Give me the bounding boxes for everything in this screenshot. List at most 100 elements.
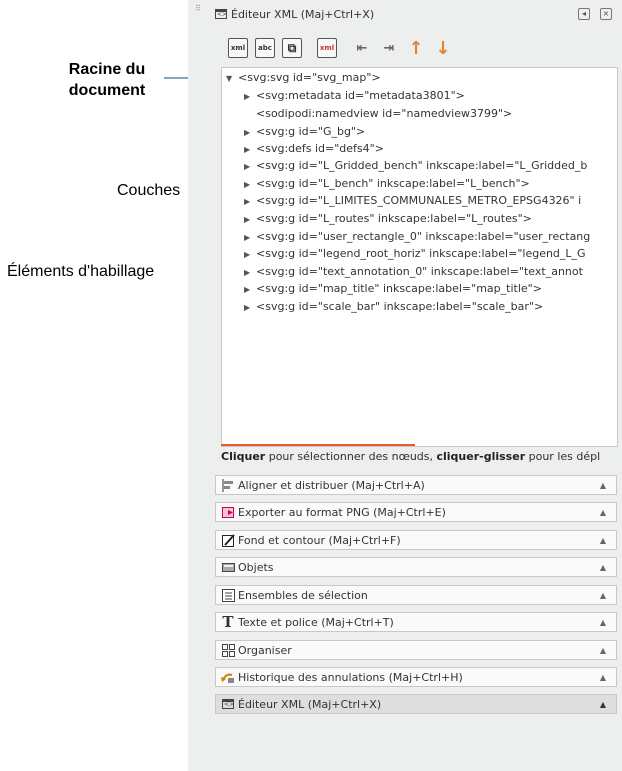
chevron-up-icon[interactable]: ▲	[600, 536, 606, 545]
tree-node-label: <svg:g id="L_LIMITES_COMMUNALES_METRO_EP…	[256, 194, 582, 207]
chevron-up-icon[interactable]: ▲	[600, 508, 606, 517]
raise-node-button[interactable]: ↑	[406, 38, 426, 58]
tree-node-row[interactable]: ▶ <svg:g id="G_bg">	[244, 123, 365, 141]
tree-node-label: <svg:g id="L_bench" inkscape:label="L_be…	[256, 177, 530, 190]
expand-triangle-icon[interactable]: ▶	[244, 246, 256, 264]
unindent-icon: ⇤	[356, 40, 368, 56]
dialog-label: Ensembles de sélection	[238, 588, 368, 602]
xml-node-tree[interactable]: ▼ <svg:svg id="svg_map"> ▶ <svg:metadata i…	[221, 67, 618, 447]
tree-node-row[interactable]: ▶ <svg:metadata id="metadata3801">	[244, 87, 465, 105]
dialog-selection-sets[interactable]: Ensembles de sélection ▲	[215, 585, 617, 605]
chevron-up-icon[interactable]: ▲	[600, 646, 606, 655]
dialog-label: Fond et contour (Maj+Ctrl+F)	[238, 533, 401, 547]
tree-node-row[interactable]: ▶ <svg:g id="text_annotation_0" inkscape:…	[244, 263, 583, 281]
expand-triangle-icon[interactable]: ▶	[244, 211, 256, 229]
tree-focus-indicator	[221, 444, 415, 446]
dock-header: Éditeur XML (Maj+Ctrl+X) ◂ ×	[215, 4, 618, 24]
indent-icon: ⇥	[383, 40, 395, 56]
dialog-fill-stroke[interactable]: Fond et contour (Maj+Ctrl+F) ▲	[215, 530, 617, 550]
expand-triangle-icon[interactable]: ▶	[244, 88, 256, 106]
arrow-down-icon: ↓	[435, 37, 451, 59]
tree-node-label: <svg:g id="legend_root_horiz" inkscape:l…	[256, 247, 586, 260]
tree-node-label: <svg:g id="user_rectangle_0" inkscape:la…	[256, 230, 591, 243]
tree-root-row[interactable]: ▼ <svg:svg id="svg_map">	[226, 69, 381, 87]
dialog-objects[interactable]: Objets ▲	[215, 557, 617, 577]
dressing-annotation: Éléments d'habillage	[7, 263, 155, 280]
tree-node-label: <svg:defs id="defs4">	[256, 142, 384, 155]
tree-node-row[interactable]: ▶ <svg:g id="L_routes" inkscape:label="L_…	[244, 210, 532, 228]
tree-node-row[interactable]: <sodipodi:namedview id="namedview3799">	[256, 105, 512, 123]
collapse-triangle-icon[interactable]: ▼	[226, 70, 238, 88]
root-annotation-line2: document	[68, 82, 146, 99]
chevron-up-icon[interactable]: ▲	[600, 563, 606, 572]
tree-node-label: <svg:g id="text_annotation_0" inkscape:l…	[256, 265, 583, 278]
tree-node-label: <svg:g id="L_routes" inkscape:label="L_r…	[256, 212, 532, 225]
chevron-up-icon[interactable]: ▲	[600, 700, 606, 709]
dialog-label: Objets	[238, 560, 274, 574]
dialog-label: Texte et police (Maj+Ctrl+T)	[238, 615, 394, 629]
tree-node-label: <svg:metadata id="metadata3801">	[256, 89, 465, 102]
expand-triangle-icon[interactable]: ▶	[244, 193, 256, 211]
dialog-arrange[interactable]: Organiser ▲	[215, 640, 617, 660]
xml-toolbar: xml abc ⧉ xml ⇤ ⇥ ↑ ↓	[228, 36, 460, 60]
tree-node-row[interactable]: ▶ <svg:g id="legend_root_horiz" inkscape:…	[244, 245, 586, 263]
arrow-up-icon: ↑	[408, 37, 424, 59]
expand-triangle-icon[interactable]: ▶	[244, 158, 256, 176]
tree-root-label: <svg:svg id="svg_map">	[238, 71, 381, 84]
new-element-node-button[interactable]: xml	[228, 38, 248, 58]
dialog-label: Organiser	[238, 643, 292, 657]
hint-bold-drag: cliquer-glisser	[436, 450, 526, 463]
export-png-icon	[221, 505, 235, 519]
new-text-node-button[interactable]: abc	[255, 38, 275, 58]
tree-node-row[interactable]: ▶ <svg:g id="L_LIMITES_COMMUNALES_METRO_E…	[244, 192, 581, 210]
indent-node-button[interactable]: ⇥	[379, 38, 399, 58]
tree-node-row[interactable]: ▶ <svg:g id="L_bench" inkscape:label="L_b…	[244, 175, 530, 193]
chevron-up-icon[interactable]: ▲	[600, 481, 606, 490]
dialog-label: Historique des annulations (Maj+Ctrl+H)	[238, 670, 463, 684]
text-font-icon: T	[222, 613, 234, 631]
tree-node-label: <sodipodi:namedview id="namedview3799">	[256, 107, 513, 120]
tree-node-row[interactable]: ▶ <svg:g id="map_title" inkscape:label="m…	[244, 280, 542, 298]
dock-iconify-icon[interactable]: ◂	[578, 8, 590, 20]
dock-handle-icon[interactable]: ⠿	[195, 4, 201, 13]
tree-node-row[interactable]: ▶ <svg:defs id="defs4">	[244, 140, 384, 158]
expand-triangle-icon[interactable]: ▶	[244, 299, 256, 317]
duplicate-node-icon: ⧉	[287, 40, 297, 55]
tree-node-label: <svg:g id="scale_bar" inkscape:label="sc…	[256, 300, 544, 313]
expand-triangle-icon[interactable]: ▶	[244, 281, 256, 299]
hint-text-1: pour sélectionner des nœuds,	[265, 450, 437, 463]
chevron-up-icon[interactable]: ▲	[600, 618, 606, 627]
selection-sets-icon	[221, 588, 235, 602]
hint-text-2: pour les dépl	[525, 450, 601, 463]
dialog-label: Éditeur XML (Maj+Ctrl+X)	[238, 697, 382, 711]
status-hint: Cliquer pour sélectionner des nœuds, cli…	[221, 447, 617, 467]
xml-editor-icon	[221, 697, 235, 711]
tree-node-row[interactable]: ▶ <svg:g id="user_rectangle_0" inkscape:l…	[244, 228, 590, 246]
tree-node-label: <svg:g id="G_bg">	[256, 125, 366, 138]
tree-node-row[interactable]: ▶ <svg:g id="L_Gridded_bench" inkscape:la…	[244, 157, 587, 175]
dialog-text-font[interactable]: T Texte et police (Maj+Ctrl+T) ▲	[215, 612, 617, 632]
dialog-label: Exporter au format PNG (Maj+Ctrl+E)	[238, 505, 446, 519]
undo-history-icon	[221, 670, 235, 684]
fill-stroke-icon	[221, 533, 235, 547]
dialog-align-distribute[interactable]: Aligner et distribuer (Maj+Ctrl+A) ▲	[215, 475, 617, 495]
xml-editor-icon	[215, 9, 227, 19]
dialog-export-png[interactable]: Exporter au format PNG (Maj+Ctrl+E) ▲	[215, 502, 617, 522]
unindent-node-button[interactable]: ⇤	[352, 38, 372, 58]
root-annotation-line1: Racine du	[68, 61, 146, 78]
hint-bold-click: Cliquer	[221, 450, 266, 463]
new-text-node-icon: abc	[258, 43, 272, 52]
tree-node-row[interactable]: ▶ <svg:g id="scale_bar" inkscape:label="s…	[244, 298, 543, 316]
lower-node-button[interactable]: ↓	[433, 38, 453, 58]
dock-close-icon[interactable]: ×	[600, 8, 612, 20]
dialog-undo-history[interactable]: Historique des annulations (Maj+Ctrl+H) …	[215, 667, 617, 687]
tree-node-label: <svg:g id="map_title" inkscape:label="ma…	[256, 282, 542, 295]
duplicate-node-button[interactable]: ⧉	[282, 38, 302, 58]
chevron-up-icon[interactable]: ▲	[600, 673, 606, 682]
dialog-xml-editor[interactable]: Éditeur XML (Maj+Ctrl+X) ▲	[215, 694, 617, 714]
delete-node-button[interactable]: xml	[317, 38, 337, 58]
delete-node-icon: xml	[319, 43, 335, 52]
layers-annotation: Couches	[117, 182, 181, 199]
dock-title: Éditeur XML (Maj+Ctrl+X)	[231, 7, 375, 21]
chevron-up-icon[interactable]: ▲	[600, 591, 606, 600]
